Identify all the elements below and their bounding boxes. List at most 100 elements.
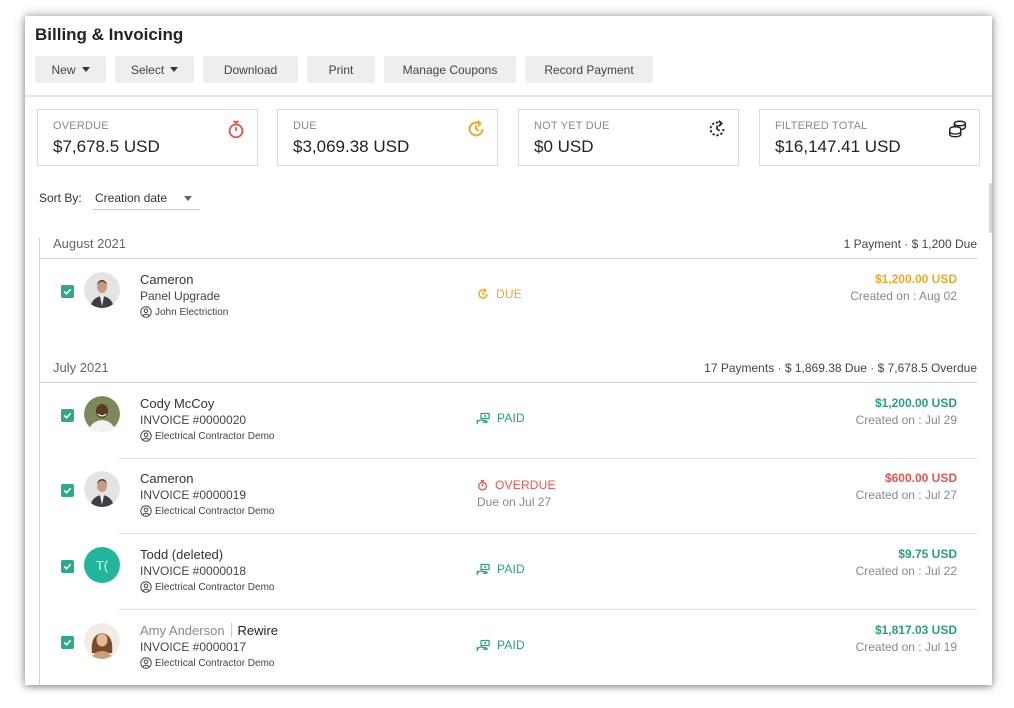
coins-stack-icon	[949, 120, 967, 138]
avatar	[84, 272, 120, 308]
filtered-total-label: FILTERED TOTAL	[775, 120, 868, 132]
invoice-row[interactable]: Cameron Panel Upgrade John Electriction …	[39, 260, 977, 335]
checkmark-icon	[63, 288, 72, 295]
customer-name[interactable]: Cameron	[140, 471, 193, 486]
overdue-card[interactable]: OVERDUE $7,678.5 USD	[37, 109, 258, 166]
created-date: Created on : Jul 19	[855, 640, 957, 654]
company-name: John Electriction	[155, 306, 229, 318]
user-circle-icon	[140, 505, 152, 517]
row-checkbox[interactable]	[61, 484, 74, 497]
invoice-row[interactable]: Amy Anderson Rewire INVOICE #0000017 Elec…	[39, 611, 977, 685]
chevron-down-icon	[184, 196, 192, 201]
due-value: $3,069.38 USD	[293, 137, 410, 156]
due-label: DUE	[293, 120, 317, 132]
group-summary: 1 Payment · $ 1,200 Due	[843, 237, 977, 251]
invoice-title: Panel Upgrade	[140, 289, 221, 303]
money-hand-icon	[476, 412, 490, 424]
status-badge: OVERDUE	[476, 478, 556, 492]
stopwatch-icon	[478, 480, 487, 491]
chevron-down-icon	[81, 67, 90, 72]
header-divider	[25, 95, 992, 97]
select-button-label: Select	[130, 62, 165, 77]
not-yet-due-value: $0 USD	[534, 137, 594, 156]
company: John Electriction	[140, 306, 228, 318]
print-button[interactable]: Print	[307, 56, 375, 83]
row-checkbox[interactable]	[61, 636, 74, 649]
row-checkbox[interactable]	[61, 409, 74, 422]
name-separator	[230, 623, 232, 637]
customer-name[interactable]: Cameron	[140, 272, 193, 287]
record-payment-button[interactable]: Record Payment	[525, 56, 653, 83]
scrollbar[interactable]	[989, 183, 992, 233]
created-date: Created on : Aug 02	[850, 289, 957, 303]
new-button-label: New	[51, 62, 76, 77]
invoice-row[interactable]: Cody McCoy INVOICE #0000020 Electrical C…	[39, 384, 977, 459]
company-name: Electrical Contractor Demo	[155, 505, 275, 517]
clock-refresh-icon	[478, 288, 488, 299]
not-yet-due-card[interactable]: NOT YET DUE $0 USD	[518, 109, 739, 166]
money-hand-icon	[476, 563, 490, 575]
customer-name[interactable]: Cody McCoy	[140, 396, 214, 411]
group-divider	[39, 382, 977, 383]
company-name: Electrical Contractor Demo	[155, 581, 275, 593]
due-date: Due on Jul 27	[477, 495, 552, 509]
job-tag: Rewire	[237, 623, 279, 638]
checkmark-icon	[63, 639, 72, 646]
customer-name[interactable]: Todd (deleted)	[140, 547, 223, 562]
invoice-amount: $9.75 USD	[898, 547, 957, 561]
status-text: OVERDUE	[495, 478, 556, 492]
invoice-number: INVOICE #0000020	[140, 413, 247, 427]
sort-label: Sort By:	[39, 191, 82, 205]
created-date: Created on : Jul 27	[855, 488, 957, 502]
billing-window: Billing & Invoicing New Select Download …	[25, 16, 992, 685]
status-text: PAID	[497, 411, 525, 425]
row-checkbox[interactable]	[61, 560, 74, 573]
avatar	[84, 471, 120, 507]
invoice-amount: $1,817.03 USD	[874, 623, 957, 637]
status-badge: PAID	[476, 638, 525, 652]
status-badge: PAID	[476, 411, 525, 425]
customer-name[interactable]: Amy Anderson Rewire	[140, 623, 278, 638]
invoice-number: INVOICE #0000019	[140, 488, 247, 502]
invoice-row[interactable]: T( Todd (deleted) INVOICE #0000018 Elect…	[39, 535, 977, 610]
status-text: DUE	[496, 287, 522, 301]
company: Electrical Contractor Demo	[140, 430, 274, 442]
row-checkbox[interactable]	[61, 285, 74, 298]
avatar: T(	[84, 547, 120, 583]
checkmark-icon	[63, 487, 72, 494]
clock-refresh-icon	[468, 120, 484, 137]
user-circle-icon	[140, 581, 152, 593]
user-circle-icon	[140, 430, 152, 442]
company-name: Electrical Contractor Demo	[155, 430, 275, 442]
created-date: Created on : Jul 29	[855, 413, 957, 427]
checkmark-icon	[63, 563, 72, 570]
clock-dashed-icon	[709, 120, 725, 137]
download-button[interactable]: Download	[203, 56, 298, 83]
invoice-row[interactable]: Cameron INVOICE #0000019 Electrical Cont…	[39, 459, 977, 534]
created-date: Created on : Jul 22	[855, 564, 957, 578]
new-button[interactable]: New	[35, 56, 106, 83]
user-circle-icon	[140, 657, 152, 669]
chevron-down-icon	[170, 67, 179, 72]
invoice-number: INVOICE #0000017	[140, 640, 247, 654]
sort-select[interactable]: Creation date	[93, 188, 200, 210]
select-button[interactable]: Select	[115, 56, 194, 83]
filtered-total-card[interactable]: FILTERED TOTAL $16,147.41 USD	[759, 109, 980, 166]
avatar	[84, 623, 120, 659]
group-header-july-2021: July 2021 17 Payments · $ 1,869.38 Due ·…	[39, 353, 977, 383]
not-yet-due-label: NOT YET DUE	[534, 120, 610, 132]
user-circle-icon	[140, 306, 152, 318]
overdue-value: $7,678.5 USD	[53, 137, 160, 156]
company: Electrical Contractor Demo	[140, 505, 274, 517]
manage-coupons-button[interactable]: Manage Coupons	[384, 56, 516, 83]
due-card[interactable]: DUE $3,069.38 USD	[277, 109, 498, 166]
invoice-amount: $1,200.00 USD	[874, 396, 957, 410]
stopwatch-icon	[228, 120, 244, 139]
invoice-number: INVOICE #0000018	[140, 564, 247, 578]
status-text: PAID	[497, 638, 525, 652]
company-name: Electrical Contractor Demo	[155, 657, 275, 669]
row-divider	[119, 533, 977, 534]
invoice-amount: $1,200.00 USD	[874, 272, 957, 286]
customer-name-text: Amy Anderson	[140, 623, 225, 638]
page-title: Billing & Invoicing	[35, 25, 184, 44]
